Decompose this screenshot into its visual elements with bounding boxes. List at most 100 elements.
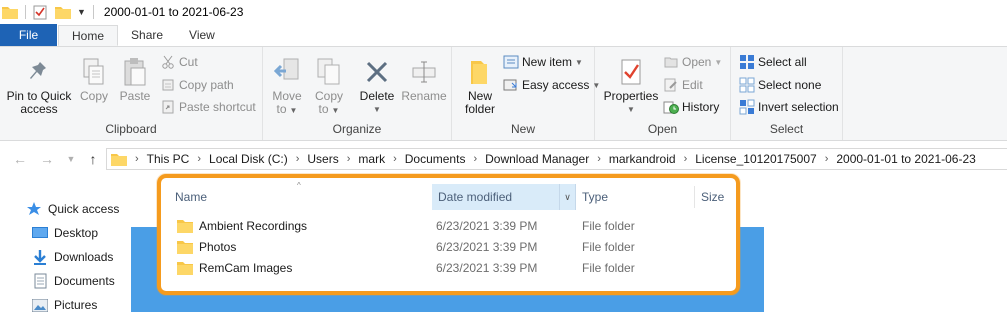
column-header-size[interactable]: Size — [695, 184, 740, 210]
select-none-icon — [739, 77, 755, 93]
breadcrumb-documents[interactable]: Documents — [405, 152, 466, 166]
pin-to-quick-access-button[interactable]: Pin to Quick access — [4, 57, 74, 116]
open-label: Open — [682, 55, 712, 69]
nav-item-documents[interactable]: Documents — [32, 271, 115, 291]
open-button[interactable]: Open ▼ — [663, 52, 722, 72]
properties-icon — [603, 57, 659, 87]
breadcrumb-separator-icon[interactable]: › — [597, 153, 601, 165]
breadcrumb-mark[interactable]: mark — [358, 152, 385, 166]
breadcrumb-separator-icon[interactable]: › — [347, 153, 351, 165]
paste-label: Paste — [119, 89, 151, 103]
new-item-icon — [503, 54, 519, 70]
column-dropdown-chevron-icon[interactable]: ∨ — [559, 184, 575, 210]
nav-item-quick-access[interactable]: Quick access — [26, 199, 119, 219]
copy-button[interactable]: Copy — [76, 57, 112, 103]
nav-item-label: Quick access — [48, 202, 120, 216]
breadcrumb-separator-icon[interactable]: › — [473, 153, 477, 165]
invert-selection-button[interactable]: Invert selection — [739, 97, 839, 117]
table-row[interactable]: RemCam Images 6/23/2021 3:39 PM File fol… — [161, 257, 736, 278]
star-icon — [26, 201, 42, 217]
delete-x-icon — [357, 57, 397, 87]
properties-check-icon[interactable] — [33, 4, 47, 20]
nav-item-pictures[interactable]: Pictures — [32, 295, 97, 312]
breadcrumb-separator-icon[interactable]: › — [197, 153, 201, 165]
cut-button[interactable]: Cut — [160, 52, 198, 72]
select-all-button[interactable]: Select all — [739, 52, 807, 72]
nav-item-downloads[interactable]: Downloads — [32, 247, 113, 267]
breadcrumb-separator-icon[interactable]: › — [393, 153, 397, 165]
breadcrumb-separator-icon[interactable]: › — [825, 153, 829, 165]
quick-access-toolbar: ▼ — [0, 0, 101, 24]
breadcrumb-separator-icon[interactable]: › — [296, 153, 300, 165]
new-item-label: New item — [522, 55, 573, 69]
recent-locations-chevron-icon[interactable]: ▼ — [63, 151, 79, 167]
column-header-date-modified[interactable]: Date modified ∨ — [432, 184, 576, 210]
paste-shortcut-button[interactable]: Paste shortcut — [160, 97, 256, 117]
open-icon — [663, 54, 679, 70]
rename-label: Rename — [401, 89, 447, 103]
breadcrumb-license[interactable]: License_10120175007 — [695, 152, 816, 166]
column-header-type[interactable]: Type — [576, 184, 694, 210]
move-to-button[interactable]: Move to ▼ — [269, 57, 305, 117]
breadcrumb-separator-icon[interactable]: › — [684, 153, 688, 165]
new-item-caret-icon: ▼ — [575, 57, 583, 67]
properties-button[interactable]: Properties ▼ — [603, 57, 659, 116]
file-date-cell: 6/23/2021 3:39 PM — [436, 239, 538, 254]
edit-icon — [663, 77, 679, 93]
paste-button[interactable]: Paste — [116, 57, 154, 103]
rename-icon — [399, 57, 449, 87]
copy-path-button[interactable]: Copy path — [160, 75, 234, 95]
select-group-label: Select — [769, 122, 804, 136]
tab-file[interactable]: File — [0, 24, 57, 46]
up-arrow-icon[interactable]: ↑ — [85, 151, 101, 167]
nav-item-desktop[interactable]: Desktop — [32, 223, 98, 243]
column-header-date-label: Date modified — [438, 190, 513, 204]
forward-arrow-icon[interactable]: → — [39, 151, 55, 167]
history-label: History — [682, 100, 720, 114]
scissors-icon — [160, 54, 176, 70]
table-row[interactable]: Photos 6/23/2021 3:39 PM File folder — [161, 236, 736, 257]
breadcrumb-local-disk[interactable]: Local Disk (C:) — [209, 152, 288, 166]
tab-home[interactable]: Home — [58, 25, 119, 46]
properties-label: Properties — [603, 89, 659, 103]
rename-button[interactable]: Rename — [399, 57, 449, 103]
edit-button[interactable]: Edit — [663, 75, 703, 95]
copy-to-button[interactable]: Copy to ▼ — [311, 57, 347, 117]
breadcrumb-markandroid[interactable]: markandroid — [609, 152, 676, 166]
new-folder-icon — [460, 57, 500, 87]
new-item-button[interactable]: New item ▼ — [503, 52, 583, 72]
breadcrumb-this-pc[interactable]: This PC — [147, 152, 190, 166]
new-folder-line2: folder — [464, 102, 496, 116]
select-all-icon — [739, 54, 755, 70]
pictures-icon — [32, 297, 48, 312]
documents-icon — [32, 273, 48, 289]
tab-view[interactable]: View — [176, 24, 228, 46]
address-bar[interactable]: › This PC › Local Disk (C:) › Users › ma… — [106, 148, 1007, 170]
folder-icon — [177, 261, 193, 275]
easy-access-button[interactable]: Easy access ▼ — [503, 75, 600, 95]
breadcrumb-current-folder[interactable]: 2000-01-01 to 2021-06-23 — [836, 152, 975, 166]
copy-icon — [76, 57, 112, 87]
column-header-name[interactable]: Name — [169, 184, 429, 210]
table-row[interactable]: Ambient Recordings 6/23/2021 3:39 PM Fil… — [161, 215, 736, 236]
nav-item-label: Pictures — [54, 298, 98, 312]
file-date-cell: 6/23/2021 3:39 PM — [436, 218, 538, 233]
new-group-label: New — [510, 122, 535, 136]
new-folder-qa-icon[interactable] — [55, 5, 71, 19]
tab-share[interactable]: Share — [118, 24, 176, 46]
customize-toolbar-chevron-icon[interactable]: ▼ — [77, 7, 86, 17]
select-none-button[interactable]: Select none — [739, 75, 821, 95]
new-folder-button[interactable]: New folder — [460, 57, 500, 116]
nav-item-label: Desktop — [54, 226, 99, 240]
nav-item-label: Documents — [54, 274, 115, 288]
delete-button[interactable]: Delete ▼ — [357, 57, 397, 116]
title-bar: ▼ 2000-01-01 to 2021-06-23 — [0, 0, 1007, 24]
toolbar-separator — [92, 5, 94, 19]
breadcrumb-download-manager[interactable]: Download Manager — [485, 152, 589, 166]
file-type-cell: File folder — [582, 260, 635, 275]
pin-icon — [4, 57, 74, 87]
folder-icon — [177, 219, 193, 233]
history-button[interactable]: History — [663, 97, 719, 117]
breadcrumb-users[interactable]: Users — [307, 152, 338, 166]
back-arrow-icon[interactable]: ← — [12, 151, 28, 167]
